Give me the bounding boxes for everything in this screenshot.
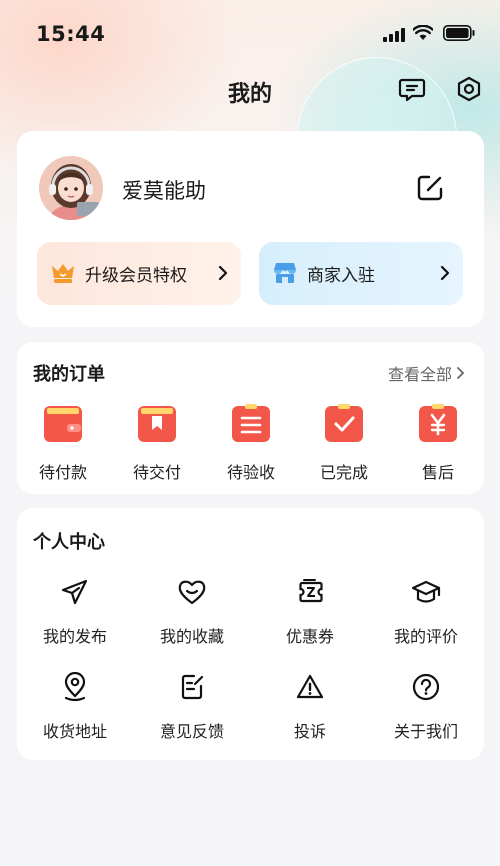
wallet-icon xyxy=(44,406,82,442)
profile-card: 爱莫能助 升级会员特权 商家入驻 xyxy=(17,131,484,327)
merchant-join-button[interactable]: 商家入驻 xyxy=(259,242,463,305)
chevron-right-icon xyxy=(457,367,465,379)
heart-icon xyxy=(178,580,206,605)
my-reviews-item[interactable]: 我的评价 xyxy=(371,577,481,647)
personal-center-card: 个人中心 我的发布 我的收藏 优惠券 我的评价 收货地址 意见反馈 投诉 关于我… xyxy=(17,508,484,760)
warning-icon xyxy=(296,674,324,699)
graduation-cap-icon xyxy=(411,580,441,603)
complaint-item[interactable]: 投诉 xyxy=(255,672,365,742)
status-bar: 15:44 xyxy=(0,0,500,60)
clipboard-list-icon xyxy=(232,404,270,442)
crown-icon xyxy=(52,264,74,283)
message-icon[interactable] xyxy=(398,75,426,103)
order-after-sales-label: 售后 xyxy=(421,463,454,482)
chevron-right-icon xyxy=(440,265,450,281)
order-pending-delivery[interactable]: 待交付 xyxy=(117,404,197,483)
wifi-icon xyxy=(413,25,433,40)
my-favorites-item[interactable]: 我的收藏 xyxy=(137,577,247,647)
bookmark-box-icon xyxy=(138,406,176,442)
edit-icon[interactable] xyxy=(415,173,445,203)
feedback-icon xyxy=(181,674,204,700)
order-after-sales[interactable]: 售后 xyxy=(398,404,478,483)
order-pending-delivery-label: 待交付 xyxy=(132,463,181,482)
orders-card: 我的订单 查看全部 待付款 待交付 待验收 已完成 售后 xyxy=(17,342,484,494)
order-pending-payment-label: 待付款 xyxy=(38,463,87,482)
merchant-join-label: 商家入驻 xyxy=(307,266,375,286)
order-completed-label: 已完成 xyxy=(319,463,368,482)
username: 爱莫能助 xyxy=(122,179,206,203)
shipping-address-label: 收货地址 xyxy=(42,722,107,741)
coupon-icon xyxy=(299,579,323,603)
orders-title: 我的订单 xyxy=(33,364,105,385)
status-time: 15:44 xyxy=(36,22,106,46)
send-icon xyxy=(61,579,88,605)
help-icon xyxy=(412,673,440,701)
complaint-label: 投诉 xyxy=(293,722,326,741)
upgrade-membership-button[interactable]: 升级会员特权 xyxy=(37,242,241,305)
battery-icon xyxy=(443,25,475,41)
personal-center-title: 个人中心 xyxy=(33,532,105,553)
view-all-label: 查看全部 xyxy=(387,365,452,384)
signal-icon xyxy=(383,28,405,42)
settings-icon[interactable] xyxy=(455,75,483,103)
upgrade-membership-label: 升级会员特权 xyxy=(85,266,187,286)
store-icon xyxy=(274,263,296,283)
location-icon xyxy=(64,671,86,702)
my-reviews-label: 我的评价 xyxy=(393,627,458,646)
check-clipboard-icon xyxy=(325,404,363,442)
order-pending-inspection[interactable]: 待验收 xyxy=(211,404,291,483)
coupons-item[interactable]: 优惠券 xyxy=(255,577,365,647)
avatar[interactable] xyxy=(39,156,103,220)
order-completed[interactable]: 已完成 xyxy=(304,404,384,483)
yen-icon xyxy=(419,404,457,442)
feedback-item[interactable]: 意见反馈 xyxy=(137,672,247,742)
about-us-label: 关于我们 xyxy=(393,722,458,741)
about-us-item[interactable]: 关于我们 xyxy=(371,672,481,742)
my-posts-item[interactable]: 我的发布 xyxy=(20,577,130,647)
view-all-orders-link[interactable]: 查看全部 xyxy=(388,361,466,385)
my-posts-label: 我的发布 xyxy=(42,627,107,646)
shipping-address-item[interactable]: 收货地址 xyxy=(20,671,130,742)
order-pending-inspection-label: 待验收 xyxy=(226,463,275,482)
my-favorites-label: 我的收藏 xyxy=(159,627,224,646)
feedback-label: 意见反馈 xyxy=(159,722,224,741)
coupons-label: 优惠券 xyxy=(285,627,334,646)
chevron-right-icon xyxy=(218,265,228,281)
order-pending-payment[interactable]: 待付款 xyxy=(23,404,103,483)
